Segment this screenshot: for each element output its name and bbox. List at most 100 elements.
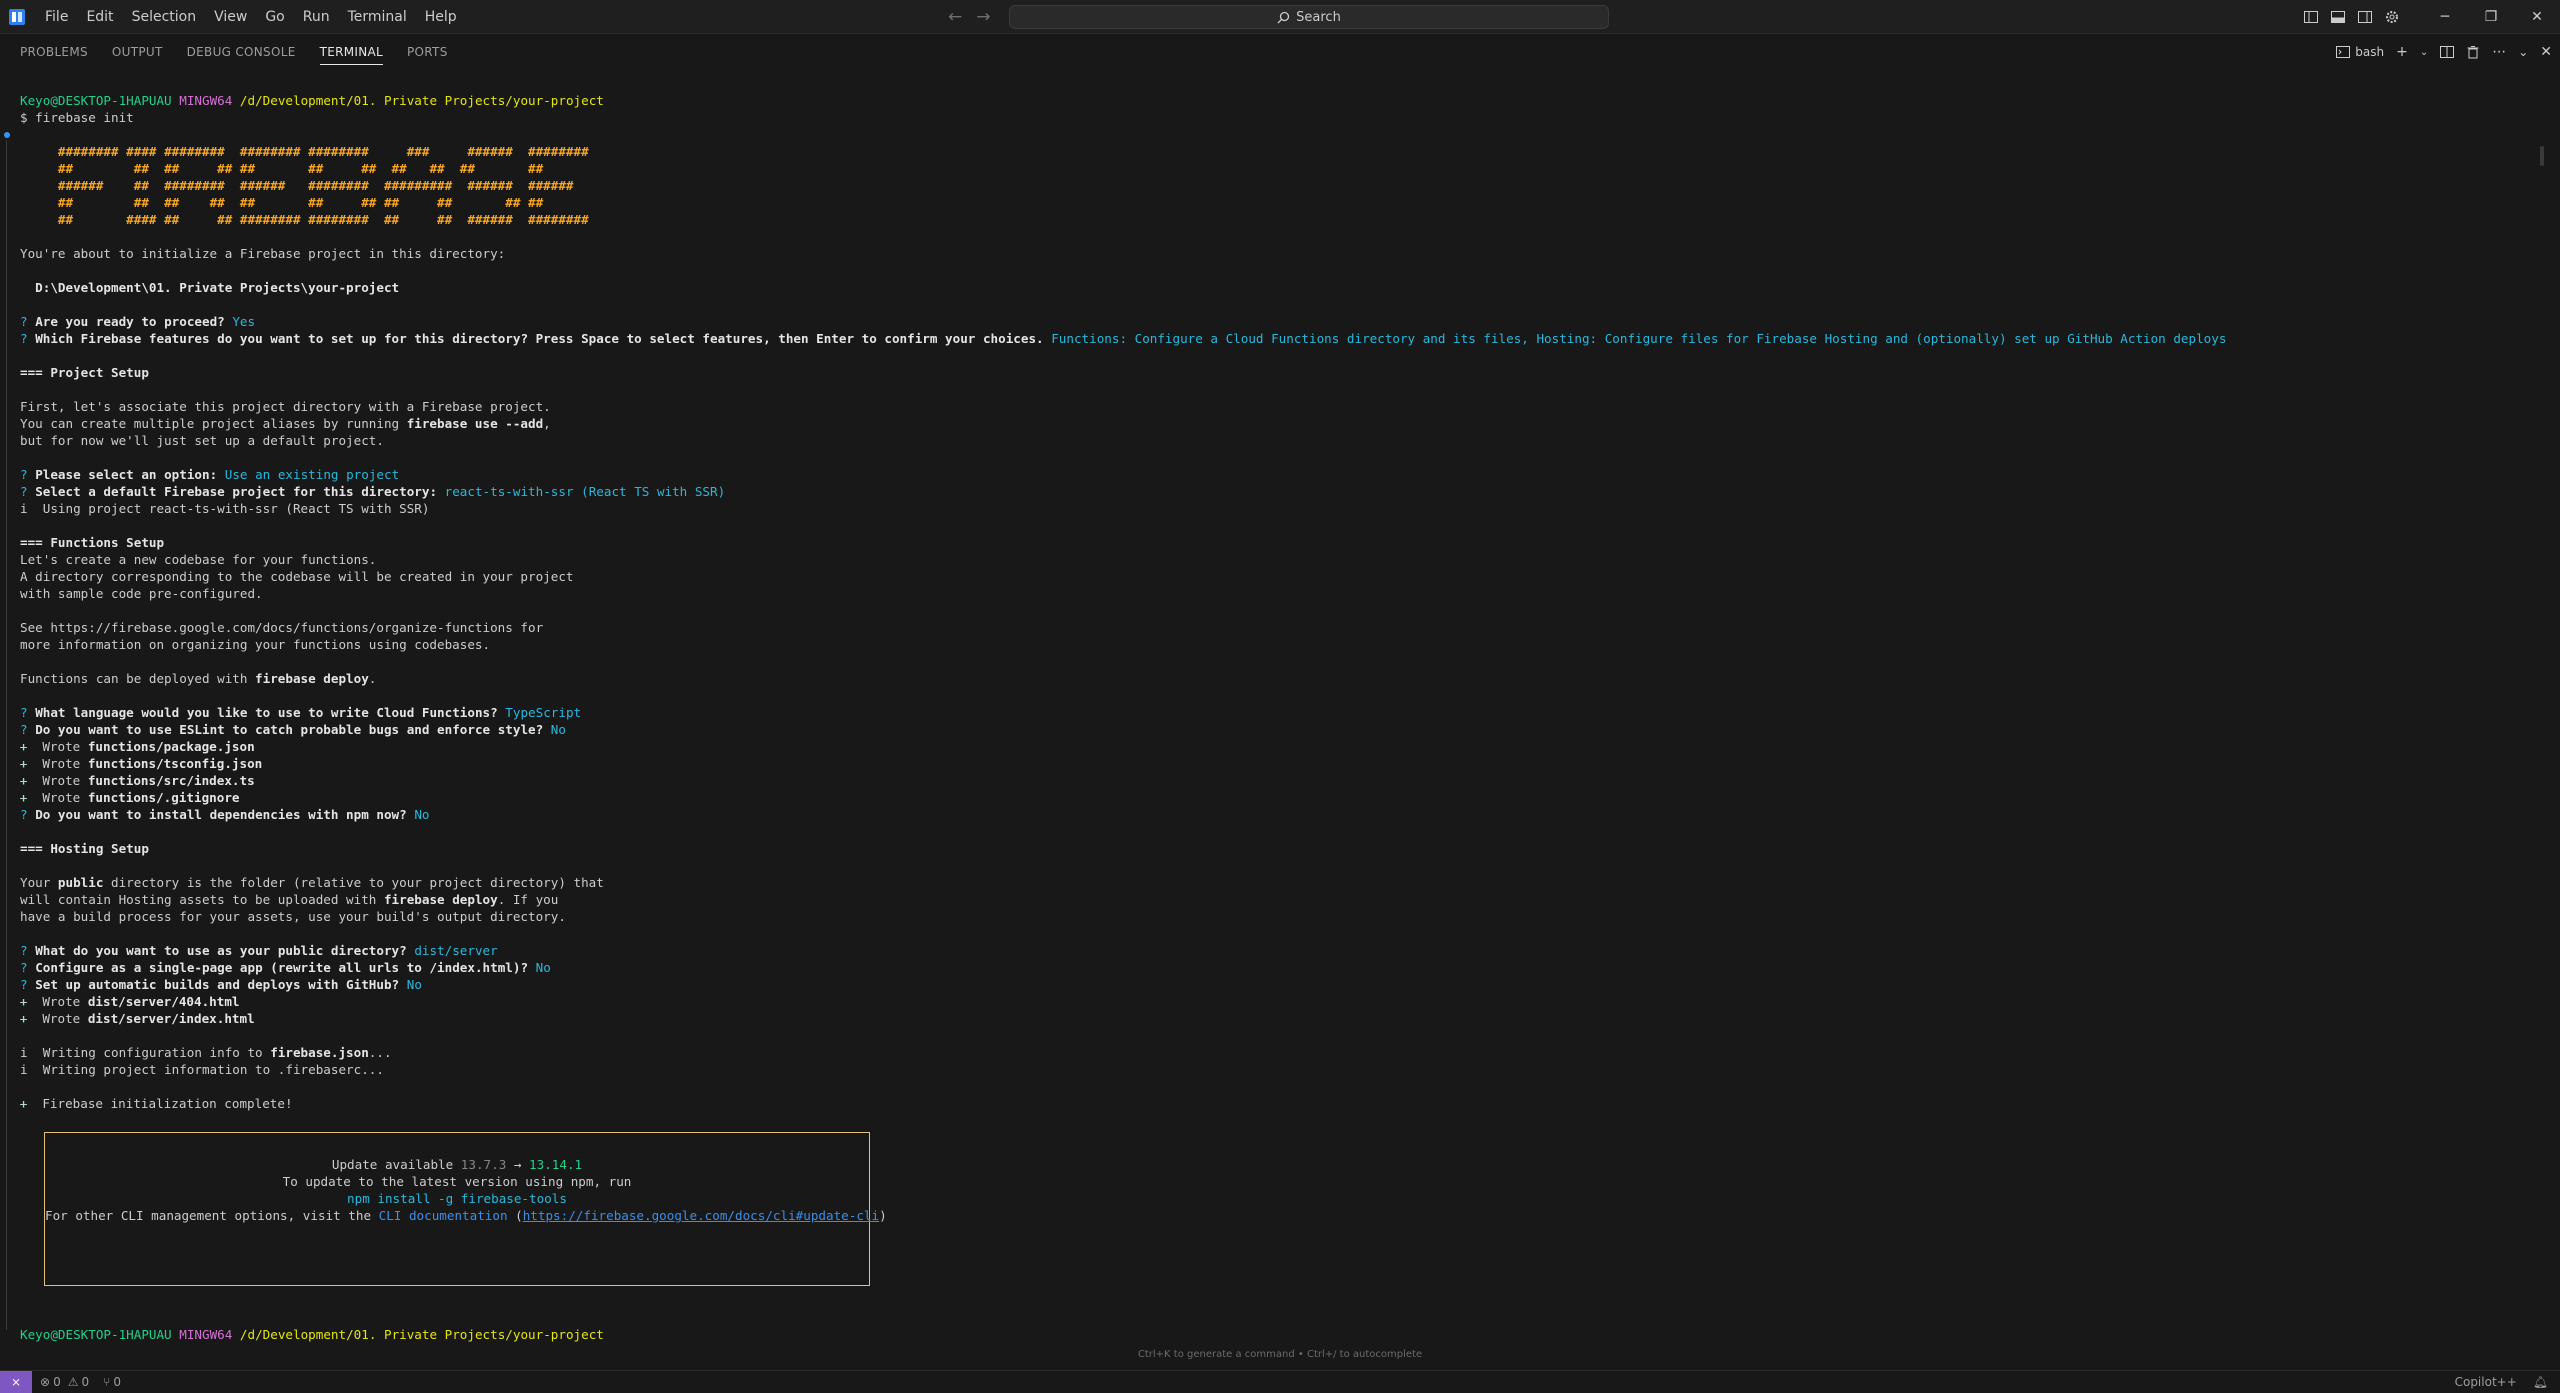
status-left: ⊗ 0 ⚠ 0 ⑂ 0 (40, 1371, 121, 1393)
tab-output[interactable]: OUTPUT (100, 34, 175, 70)
wrote-prefix: + Wrote (19, 739, 88, 754)
prompt-user: Keyo@DESKTOP-1HAPUAU (20, 93, 172, 108)
text-segment: directory is the folder (relative to you… (103, 875, 604, 890)
new-terminal-icon[interactable]: + (2396, 44, 2408, 60)
search-icon (1277, 11, 1290, 23)
cli-docs-link[interactable]: CLI documentation (379, 1208, 508, 1223)
terminal-scrollbar[interactable] (2540, 146, 2544, 166)
prompt-user: Keyo@DESKTOP-1HAPUAU (20, 1327, 172, 1342)
tab-terminal[interactable]: TERMINAL (308, 34, 395, 70)
notifications-bell-icon[interactable]: 🔔︎ (2533, 1375, 2548, 1389)
ports-icon: ⑂ (103, 1375, 111, 1389)
menu-view[interactable]: View (205, 5, 256, 29)
terminal-output[interactable]: Keyo@DESKTOP-1HAPUAU MINGW64 /d/Developm… (0, 70, 2548, 1370)
tab-ports[interactable]: PORTS (395, 34, 460, 70)
menu-selection[interactable]: Selection (123, 5, 206, 29)
writing-project-line: i Writing project information to .fireba… (20, 1062, 384, 1077)
menu-run[interactable]: Run (294, 5, 339, 29)
restore-icon[interactable]: ❐ (2468, 0, 2514, 34)
cli-docs-url-link[interactable]: https://firebase.google.com/docs/cli#upd… (523, 1208, 879, 1223)
menu-help[interactable]: Help (416, 5, 466, 29)
menu-file[interactable]: File (36, 5, 77, 29)
tab-debug-console[interactable]: DEBUG CONSOLE (175, 34, 308, 70)
wrote-file: functions/.gitignore (87, 790, 240, 805)
minimize-icon[interactable]: ─ (2422, 0, 2468, 34)
ports-indicator[interactable]: ⑂ 0 (103, 1375, 121, 1389)
question-install: Do you want to install dependencies with… (35, 807, 407, 822)
panel-actions: bash + ⌄ ⋯ ⌄ ✕ (2336, 34, 2552, 70)
project-setup-text-2: You can create multiple project aliases … (20, 415, 2226, 432)
problems-indicator[interactable]: ⊗ 0 ⚠ 0 (40, 1375, 89, 1389)
tab-problems-label: PROBLEMS (20, 45, 88, 59)
banner-row: ###### ## ######## ###### ######## #####… (57, 178, 574, 193)
functions-setup-header: === Functions Setup (20, 535, 165, 550)
more-actions-icon[interactable]: ⋯ (2492, 44, 2506, 60)
banner-line: ######## #### ######## ######## ########… (20, 143, 2226, 160)
answer-language: TypeScript (505, 705, 582, 720)
panel-tabs: PROBLEMS OUTPUT DEBUG CONSOLE TERMINAL P… (12, 34, 460, 70)
question-features-line: ? Which Firebase features do you want to… (20, 331, 2227, 346)
using-project-line: i Using project react-ts-with-ssr (React… (20, 501, 430, 516)
hosting-setup-header: === Hosting Setup (20, 841, 149, 856)
update-label: Update available (331, 1157, 461, 1172)
toggle-primary-sidebar-icon[interactable] (2303, 9, 2319, 25)
question-ready: Are you ready to proceed? (35, 314, 225, 329)
trash-icon[interactable] (2466, 45, 2480, 59)
close-panel-icon[interactable]: ✕ (2540, 44, 2552, 60)
update-notice-box: Update available 13.7.3 → 13.14.1 To upd… (44, 1132, 887, 1286)
text-segment: Functions can be deployed with (20, 671, 256, 686)
hosting-text-2: will contain Hosting assets to be upload… (20, 891, 2226, 908)
forward-arrow-icon[interactable]: → (976, 7, 990, 27)
toggle-secondary-sidebar-icon[interactable] (2357, 9, 2373, 25)
wrote-file: functions/src/index.ts (87, 773, 255, 788)
terminal-selector[interactable]: bash (2336, 45, 2384, 59)
banner-line: ## #### ## ## ######## ######## ## ## ##… (20, 211, 2226, 228)
question-github: Set up automatic builds and deploys with… (35, 977, 400, 992)
remote-indicator-icon[interactable]: ⨯ (0, 1371, 32, 1393)
tab-problems[interactable]: PROBLEMS (12, 34, 100, 70)
question-install-line: ? Do you want to install dependencies wi… (20, 807, 430, 822)
answer-public: dist/server (414, 943, 498, 958)
command-center-search[interactable]: Search (1009, 5, 1609, 29)
question-spa: Configure as a single-page app (rewrite … (35, 960, 529, 975)
wrote-file-line: ++ Wrote functions/package.json (19, 739, 255, 754)
split-terminal-icon[interactable] (2440, 45, 2455, 59)
menu-edit[interactable]: Edit (77, 5, 122, 29)
tab-terminal-label: TERMINAL (319, 45, 384, 65)
menu-go[interactable]: Go (256, 5, 293, 29)
warning-icon: ⚠ (67, 1375, 79, 1389)
title-bar: File Edit Selection View Go Run Terminal… (0, 0, 2560, 34)
maximize-panel-chevron-icon[interactable]: ⌄ (2518, 45, 2528, 59)
update-instructions-line: To update to the latest version using np… (282, 1174, 632, 1189)
close-window-icon[interactable]: ✕ (2514, 0, 2560, 34)
copilot-status[interactable]: Copilot++ (2455, 1375, 2517, 1389)
command-decoration-icon[interactable] (4, 132, 10, 138)
question-github-line: ? Set up automatic builds and deploys wi… (20, 977, 422, 992)
tab-output-label: OUTPUT (111, 45, 163, 59)
current-prompt-line[interactable]: Keyo@DESKTOP-1HAPUAU MINGW64 /d/Developm… (20, 1326, 604, 1343)
chevron-down-icon[interactable]: ⌄ (2420, 47, 2428, 58)
writing-config-line: i Writing configuration info to firebase… (20, 1044, 2226, 1061)
text-segment: will contain Hosting assets to be upload… (20, 892, 384, 907)
wrote-file: dist/server/404.html (87, 994, 240, 1009)
answer-ready: Yes (232, 314, 256, 329)
text-segment: ... (368, 1045, 392, 1060)
menu-terminal[interactable]: Terminal (339, 5, 416, 29)
question-language: What language would you like to use to w… (35, 705, 498, 720)
question-public-line: ? What do you want to use as your public… (20, 943, 498, 958)
question-default-project: Select a default Firebase project for th… (35, 484, 438, 499)
toggle-panel-icon[interactable] (2330, 9, 2346, 25)
about-to-init-line: You're about to initialize a Firebase pr… (20, 246, 506, 261)
settings-gear-icon[interactable] (2384, 9, 2400, 25)
prompt-line: Keyo@DESKTOP-1HAPUAU MINGW64 /d/Developm… (20, 92, 2226, 109)
wrote-prefix: + Wrote (19, 994, 88, 1009)
text-segment: ) (879, 1208, 887, 1223)
back-arrow-icon[interactable]: ← (948, 7, 962, 27)
text-segment: For other CLI management options, visit … (45, 1208, 379, 1223)
